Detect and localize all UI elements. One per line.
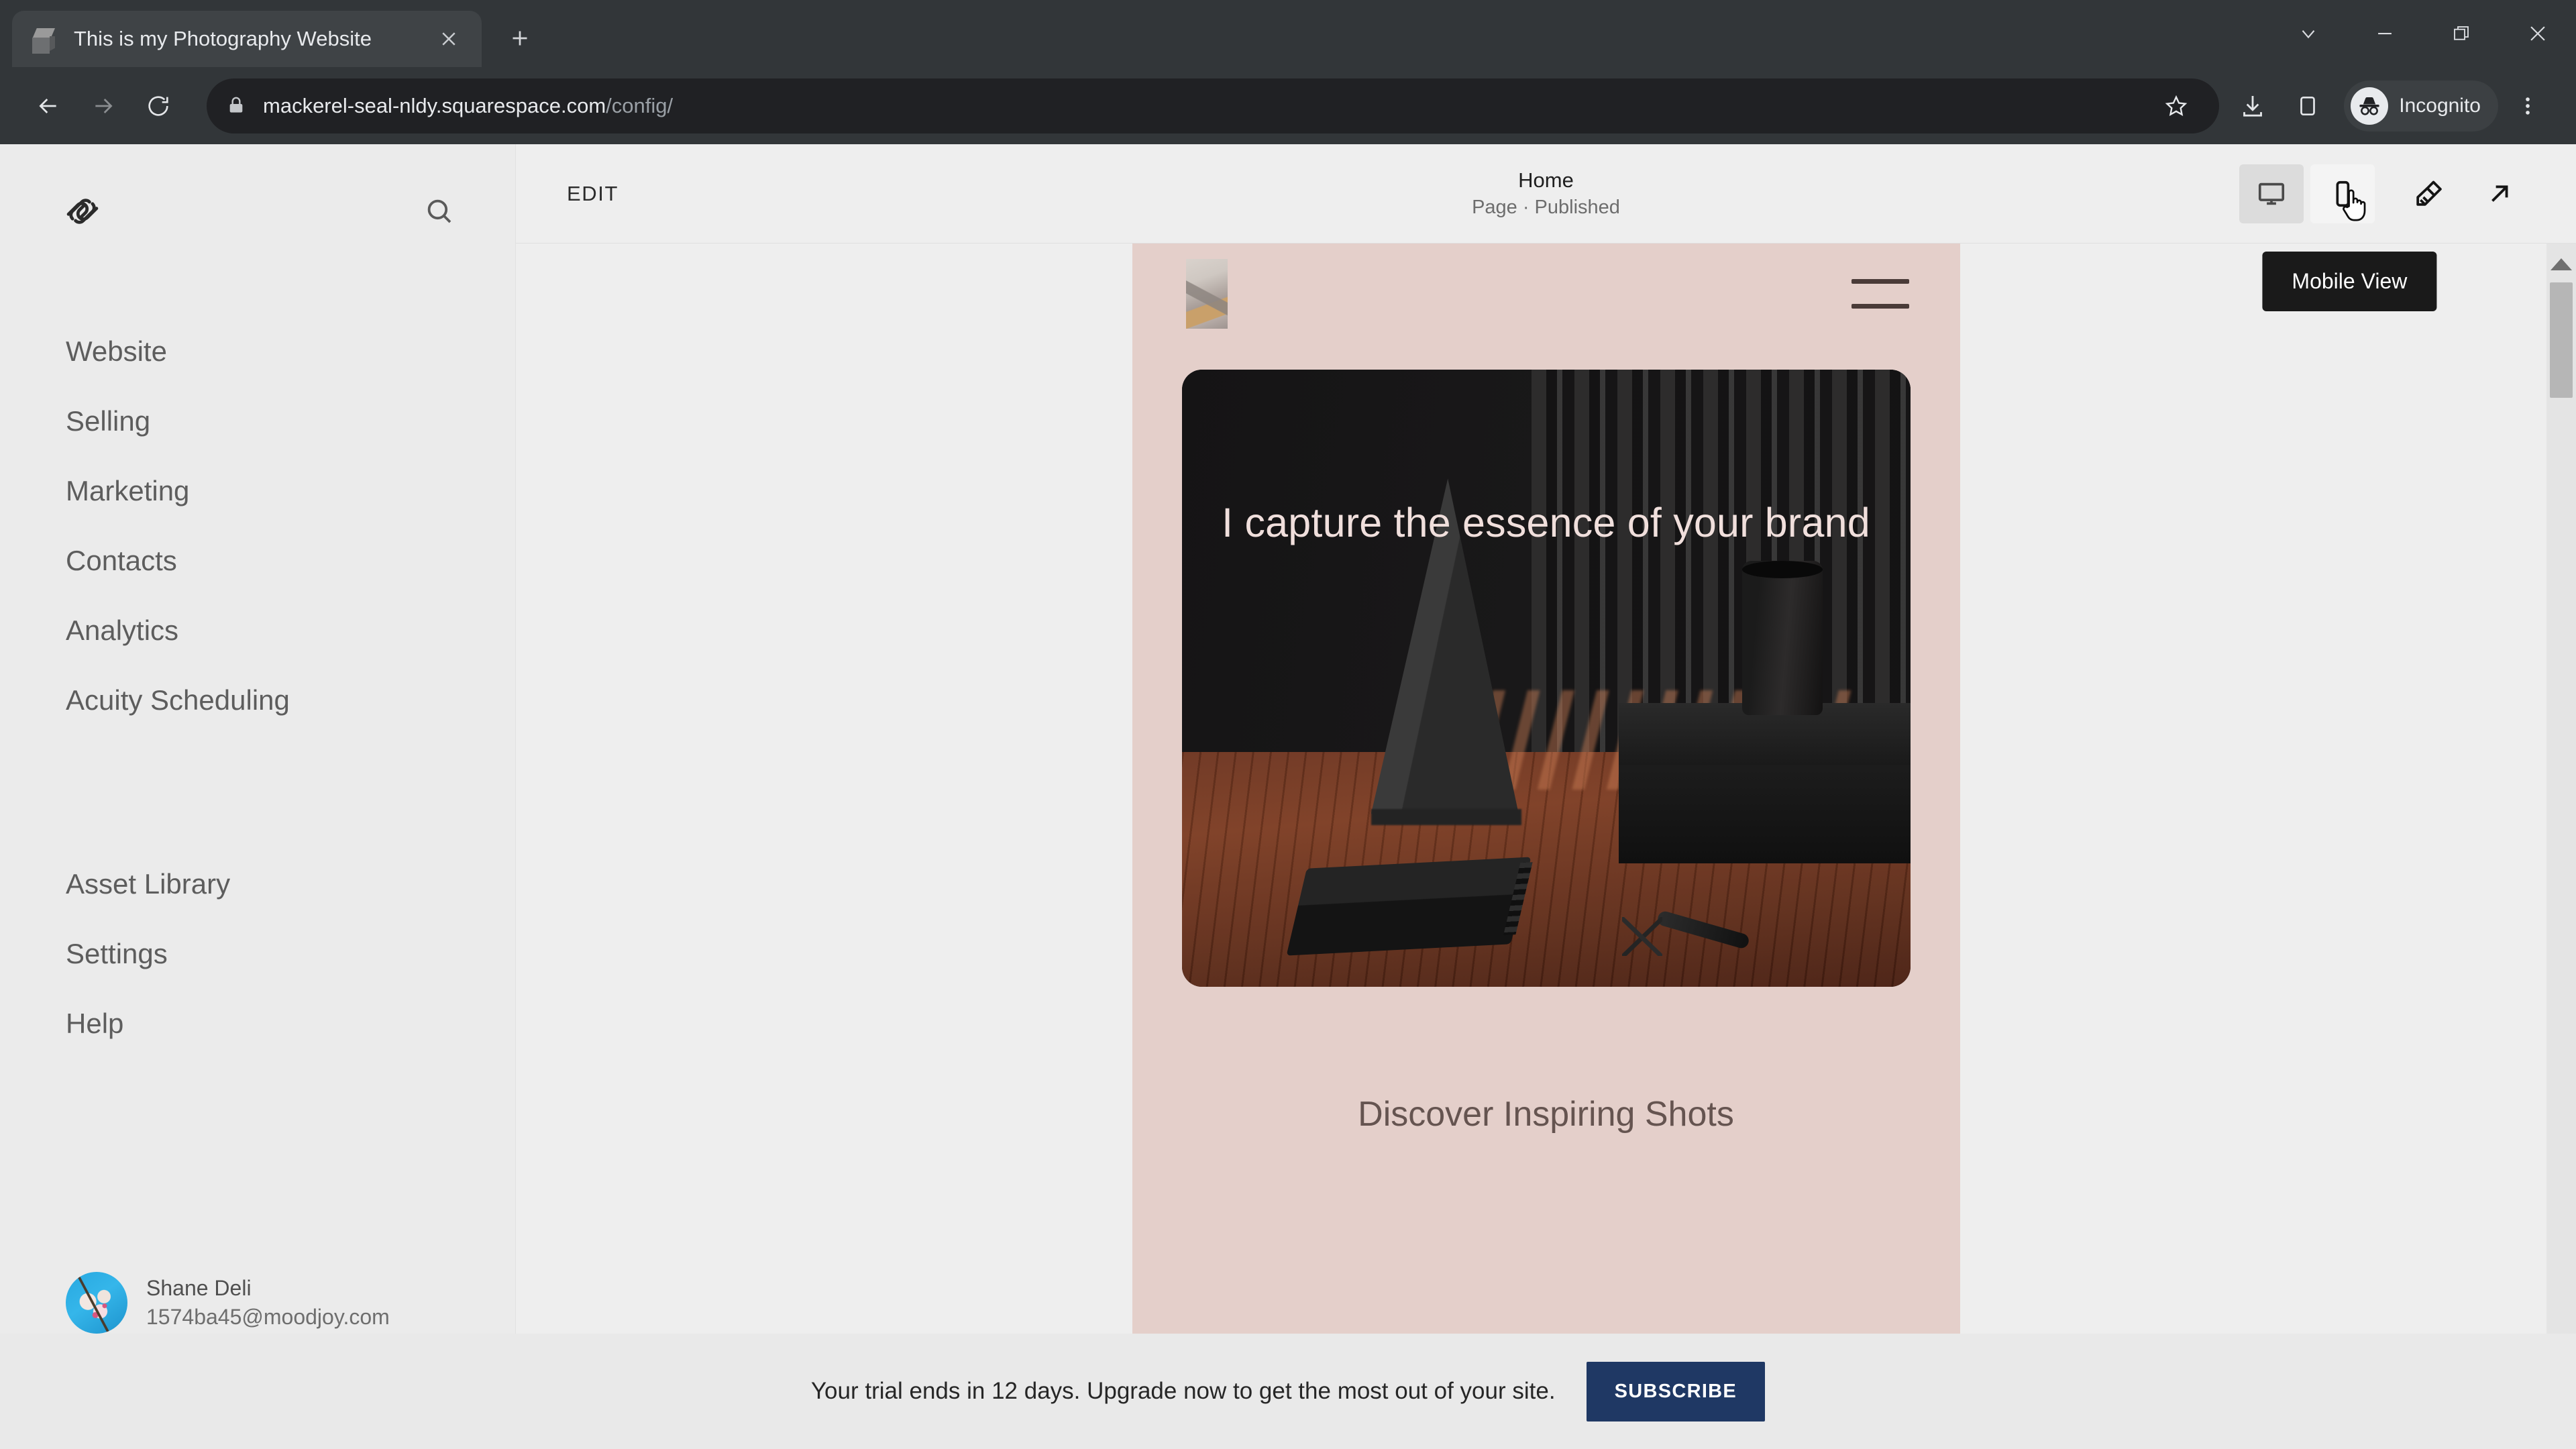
window-controls (2270, 0, 2576, 67)
chevron-down-icon[interactable] (2270, 0, 2347, 67)
sidebar-item-website[interactable]: Website (0, 317, 515, 386)
sidebar-item-marketing[interactable]: Marketing (0, 456, 515, 526)
user-account-block[interactable]: Shane Deli 1574ba45@moodjoy.com (0, 1272, 515, 1334)
hamburger-menu-icon[interactable] (1851, 279, 1909, 309)
scene-foam-block (1286, 857, 1532, 956)
sidebar-primary-nav: Website Selling Marketing Contacts Analy… (0, 317, 515, 735)
avatar (66, 1272, 127, 1334)
mobile-view-button[interactable]: Mobile View (2262, 164, 2437, 311)
preview-scrollbar[interactable] (2546, 244, 2576, 1449)
tab-strip: This is my Photography Website (0, 0, 2576, 67)
sidebar-item-analytics[interactable]: Analytics (0, 596, 515, 665)
user-email: 1574ba45@moodjoy.com (146, 1305, 390, 1329)
preview-section: Discover Inspiring Shots (1132, 1094, 1960, 1175)
browser-chrome: This is my Photography Website mackerel-… (0, 0, 2576, 144)
sidebar-item-help[interactable]: Help (0, 989, 515, 1059)
view-tools: Mobile View (2239, 164, 2532, 311)
download-icon[interactable] (2227, 80, 2278, 131)
incognito-icon (2351, 87, 2389, 125)
squarespace-app: Website Selling Marketing Contacts Analy… (0, 144, 2576, 1449)
open-in-new-tab-button[interactable] (2467, 164, 2532, 223)
address-bar[interactable]: mackerel-seal-nldy.squarespace.com/confi… (207, 78, 2220, 133)
main-panel: EDIT Home Page · Published Mobile View I… (515, 144, 2576, 1449)
url-text: mackerel-seal-nldy.squarespace.com/confi… (263, 94, 673, 118)
desktop-view-button[interactable] (2239, 164, 2304, 223)
profile-button[interactable]: Incognito (2344, 80, 2498, 131)
back-arrow-icon[interactable] (23, 80, 74, 131)
sidebar-item-asset-library[interactable]: Asset Library (0, 849, 515, 919)
profile-label: Incognito (2399, 94, 2481, 117)
maximize-icon[interactable] (2423, 0, 2500, 67)
preview-site-header (1132, 244, 1960, 344)
side-panel-icon[interactable] (2282, 80, 2333, 131)
star-icon[interactable] (2152, 82, 2200, 130)
scene-box-lower (1619, 752, 1911, 863)
trial-message: Your trial ends in 12 days. Upgrade now … (810, 1378, 1556, 1404)
browser-toolbar: mackerel-seal-nldy.squarespace.com/confi… (0, 67, 2576, 144)
mobile-device-frame: I capture the essence of your brand Disc… (1132, 244, 1960, 1449)
sidebar-item-selling[interactable]: Selling (0, 386, 515, 456)
sidebar-item-acuity-scheduling[interactable]: Acuity Scheduling (0, 665, 515, 735)
sidebar-secondary-nav: Asset Library Settings Help (0, 849, 515, 1059)
lock-icon (225, 95, 248, 117)
scrollbar-thumb[interactable] (2550, 282, 2573, 398)
user-meta: Shane Deli 1574ba45@moodjoy.com (146, 1274, 390, 1332)
user-name: Shane Deli (146, 1275, 252, 1300)
site-styles-button[interactable] (2396, 164, 2461, 223)
squarespace-logo-icon[interactable] (62, 191, 103, 232)
scene-cylinder-object (1742, 561, 1823, 716)
new-tab-button[interactable] (496, 15, 543, 62)
sidebar: Website Selling Marketing Contacts Analy… (0, 144, 515, 1449)
search-icon[interactable] (419, 191, 460, 232)
sidebar-item-contacts[interactable]: Contacts (0, 526, 515, 596)
hero-heading: I capture the essence of your brand (1222, 500, 1870, 545)
site-preview-viewport: I capture the essence of your brand Disc… (516, 244, 2576, 1449)
preview-toolbar: EDIT Home Page · Published Mobile View (516, 144, 2576, 311)
edit-button[interactable]: EDIT (567, 182, 619, 206)
three-dot-menu-icon[interactable] (2502, 80, 2553, 131)
tab-title: This is my Photography Website (74, 27, 372, 50)
trial-banner: Your trial ends in 12 days. Upgrade now … (0, 1334, 2576, 1449)
window-close-icon[interactable] (2500, 0, 2576, 67)
reload-icon[interactable] (133, 80, 184, 131)
sidebar-header (0, 181, 515, 241)
scroll-up-arrow-icon[interactable] (2551, 258, 2572, 270)
section-heading: Discover Inspiring Shots (1358, 1095, 1734, 1134)
sidebar-item-settings[interactable]: Settings (0, 919, 515, 989)
cube-icon (30, 24, 59, 54)
forward-arrow-icon[interactable] (78, 80, 129, 131)
close-icon[interactable] (433, 23, 464, 54)
url-host: mackerel-seal-nldy.squarespace.com (263, 93, 606, 117)
browser-tab[interactable]: This is my Photography Website (12, 11, 482, 67)
minimize-icon[interactable] (2347, 0, 2423, 67)
hero-image-block[interactable]: I capture the essence of your brand (1181, 370, 1911, 987)
site-logo-image[interactable] (1185, 259, 1228, 329)
scene-pyramid-base (1371, 808, 1521, 825)
subscribe-button[interactable]: SUBSCRIBE (1586, 1361, 1766, 1421)
url-path: /config/ (606, 93, 674, 117)
tooltip-mobile-view: Mobile View (2262, 251, 2437, 311)
scene-clip-object (1622, 917, 1663, 956)
